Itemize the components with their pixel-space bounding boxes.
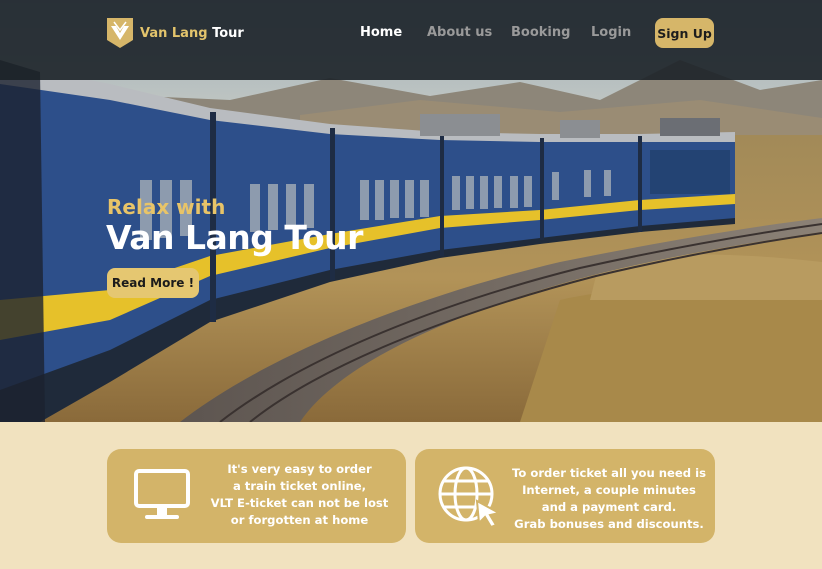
monitor-icon	[134, 469, 190, 519]
shield-logo-icon	[107, 18, 133, 48]
hero-subtitle: Relax with	[107, 195, 226, 219]
brand-name-part2: Tour	[212, 25, 244, 41]
nav-link-booking[interactable]: Booking	[511, 25, 570, 40]
brand-logo[interactable]: Van Lang Tour	[107, 18, 244, 48]
brand-name: Van Lang Tour	[140, 26, 244, 41]
hero-section: Van Lang Tour Home About us Booking Logi…	[0, 0, 822, 422]
nav-link-home[interactable]: Home	[360, 25, 402, 40]
feature-card-requirements: To order ticket all you need is Internet…	[415, 449, 715, 543]
feature-text-line: It's very easy to order	[227, 462, 372, 476]
feature-text-line: or forgotten at home	[230, 513, 369, 527]
nav-link-login[interactable]: Login	[591, 25, 631, 40]
feature-text-line: Internet, a couple minutes	[522, 483, 696, 497]
read-more-button[interactable]: Read More !	[107, 268, 199, 298]
feature-text: To order ticket all you need is Internet…	[509, 465, 709, 533]
globe-cursor-icon	[438, 466, 502, 529]
hero-title: Van Lang Tour	[106, 218, 363, 257]
feature-text: It's very easy to order a train ticket o…	[203, 461, 396, 529]
feature-text-line: and a payment card.	[541, 500, 677, 514]
feature-text-line: VLT E-ticket can not be lost	[210, 496, 389, 510]
feature-card-easy-order: It's very easy to order a train ticket o…	[107, 449, 406, 543]
feature-text-line: To order ticket all you need is	[511, 466, 706, 480]
sign-up-button[interactable]: Sign Up	[655, 18, 714, 48]
brand-name-part1: Van Lang	[140, 25, 208, 41]
top-navbar: Van Lang Tour Home About us Booking Logi…	[0, 0, 822, 80]
feature-text-line: a train ticket online,	[232, 479, 367, 493]
nav-link-about[interactable]: About us	[427, 25, 492, 40]
feature-text-line: Grab bonuses and discounts.	[514, 517, 704, 531]
